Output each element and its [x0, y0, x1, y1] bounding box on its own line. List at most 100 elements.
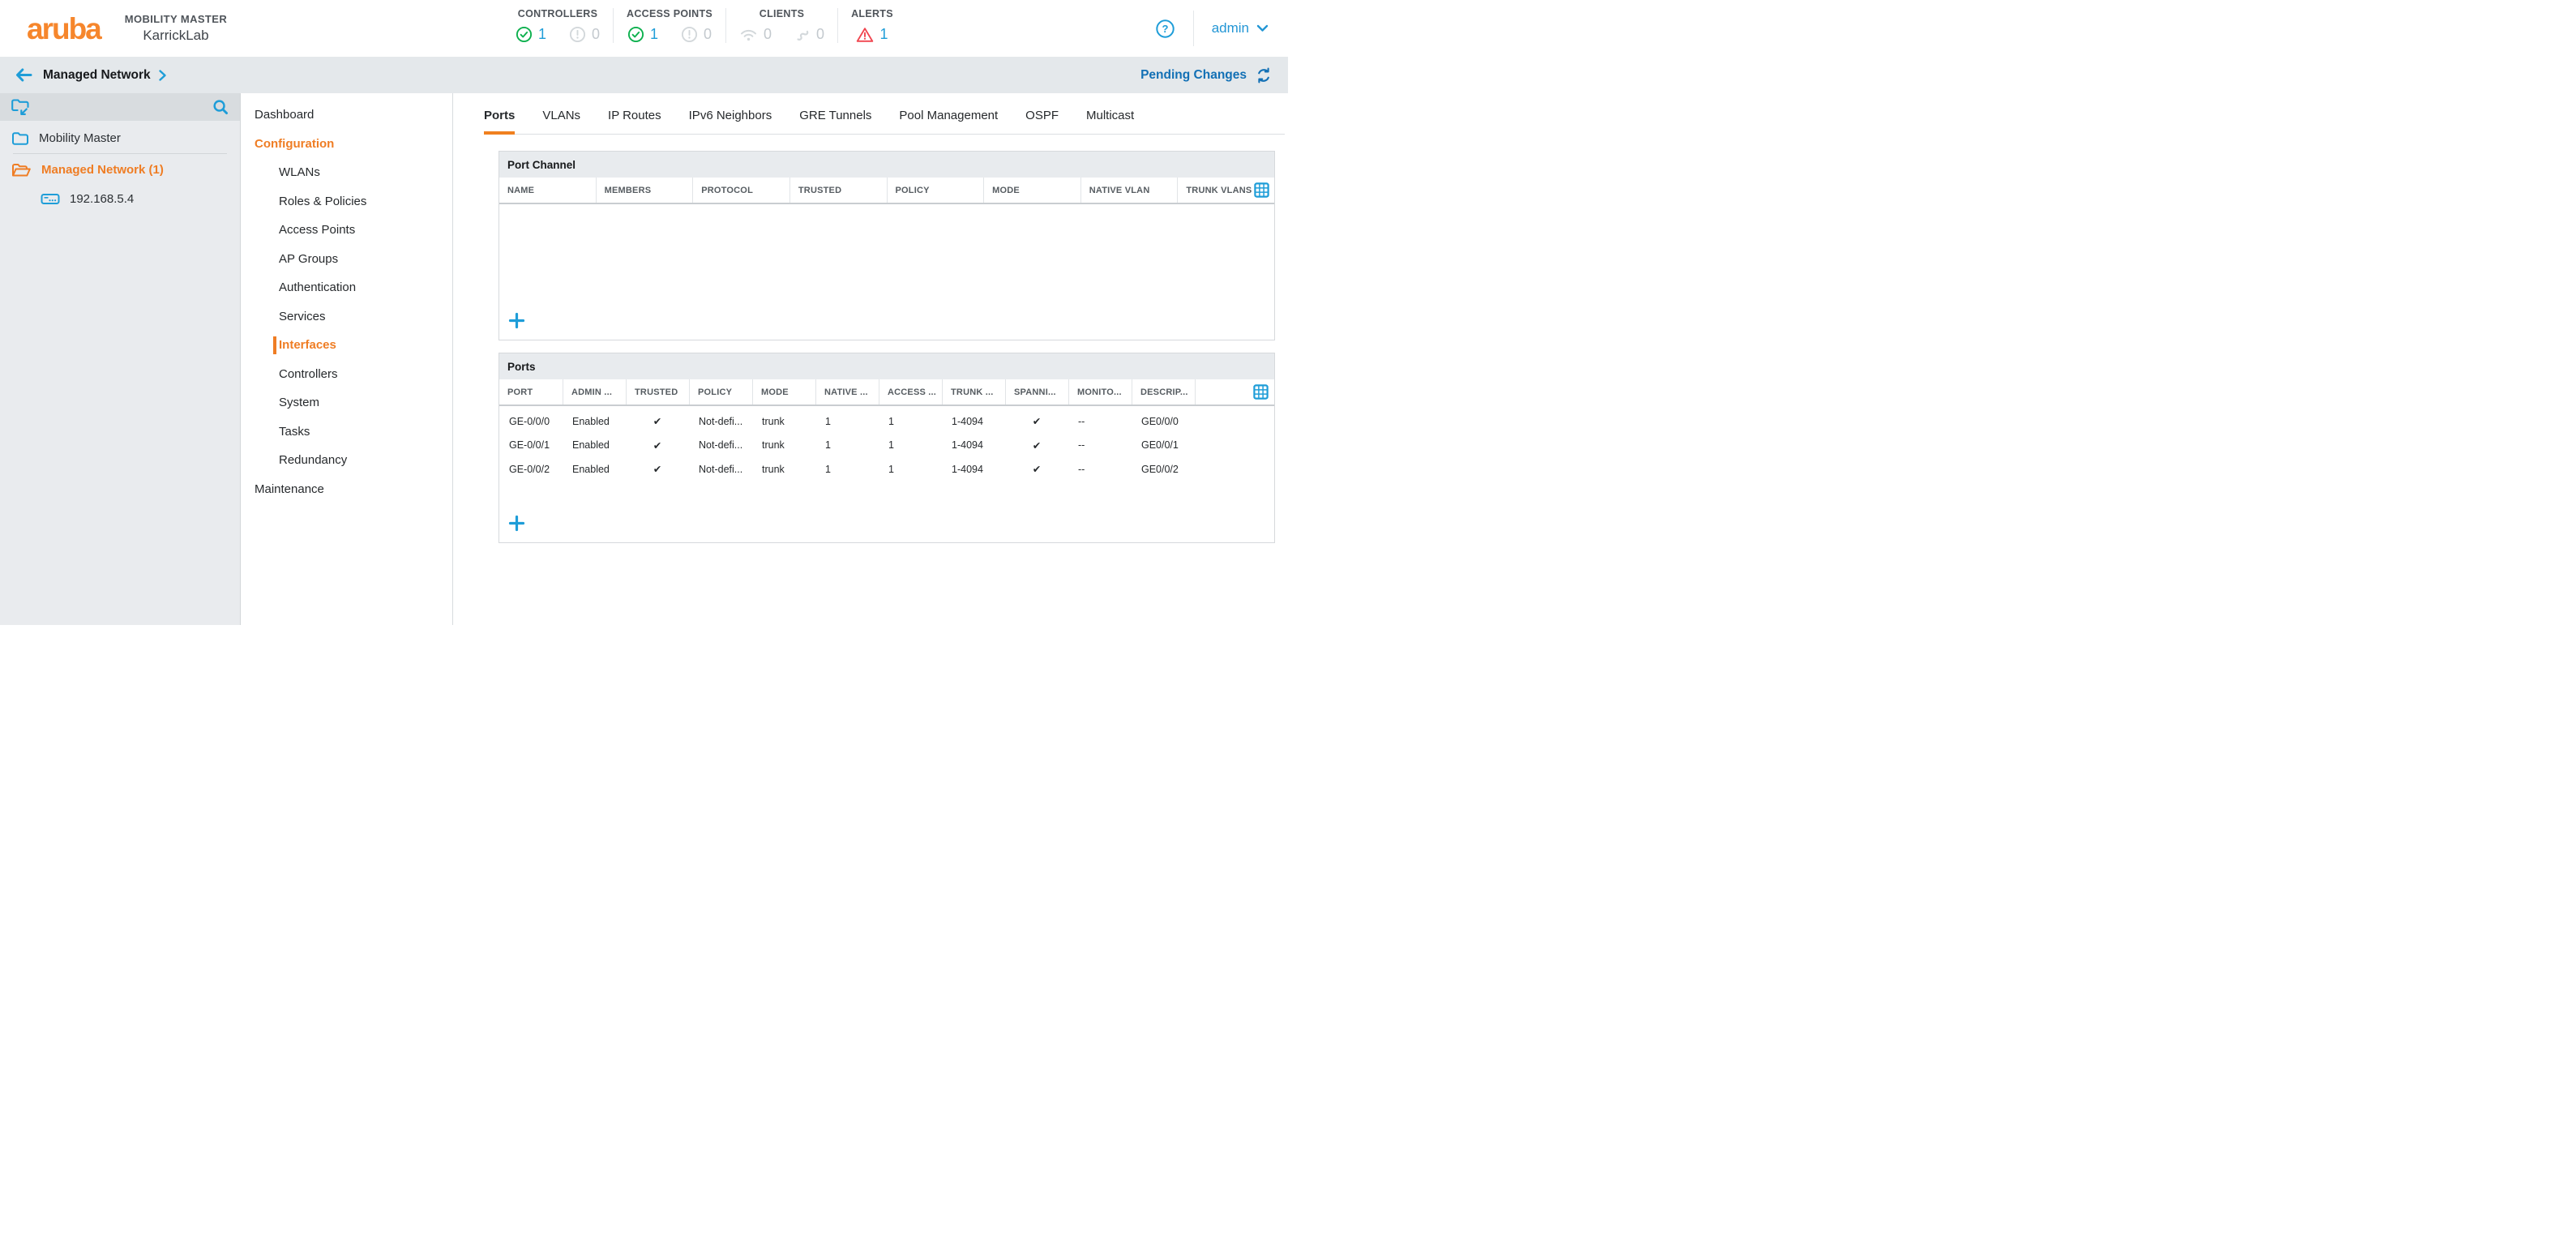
cell-trunk: 1-4094 — [942, 464, 1005, 475]
column-header-protocol: PROTOCOL — [692, 178, 789, 203]
port-row-ge-0-0-2[interactable]: GE-0/0/2Enabled✔Not-defi...trunk111-4094… — [499, 457, 1274, 482]
tree-item-mobility-master[interactable]: Mobility Master — [0, 123, 240, 152]
port-row-ge-0-0-0[interactable]: GE-0/0/0Enabled✔Not-defi...trunk111-4094… — [499, 409, 1274, 434]
column-header-label: ADMIN ... — [571, 387, 612, 397]
config-nav: Dashboard Configuration WLANs Roles & Polic… — [241, 93, 453, 625]
nav-item-label: System — [279, 396, 319, 409]
column-header-port: PORT — [499, 379, 563, 405]
cell-native: 1 — [815, 416, 879, 427]
column-header-mode: MODE — [983, 178, 1080, 203]
tab-gre-tunnels[interactable]: GRE Tunnels — [799, 93, 871, 134]
cell-spanni: ✔ — [1005, 439, 1068, 452]
port-row-ge-0-0-1[interactable]: GE-0/0/1Enabled✔Not-defi...trunk111-4094… — [499, 434, 1274, 458]
nav-item-authentication[interactable]: Authentication — [241, 273, 452, 302]
tab-ports[interactable]: Ports — [484, 93, 515, 135]
nav-item-tasks[interactable]: Tasks — [241, 417, 452, 447]
app-header: aruba MOBILITY MASTER KarrickLab CONTROL… — [0, 0, 1288, 57]
nav-item-services[interactable]: Services — [241, 302, 452, 332]
nav-item-redundancy[interactable]: Redundancy — [241, 446, 452, 475]
stat-item: 1 — [856, 26, 888, 43]
column-header-admin: ADMIN ... — [563, 379, 626, 405]
ports-title: Ports — [499, 353, 1274, 379]
back-arrow-icon[interactable] — [15, 68, 32, 82]
column-header-members: MEMBERS — [596, 178, 693, 203]
chevron-down-icon — [1256, 24, 1269, 32]
tree-item-managed-network-1[interactable]: Managed Network (1) — [0, 155, 240, 184]
nav-item-dashboard[interactable]: Dashboard — [241, 101, 452, 130]
cell-policy: Not-defi... — [689, 464, 752, 475]
cell-descrip: GE0/0/1 — [1132, 439, 1274, 451]
nav-item-wlans[interactable]: WLANs — [241, 158, 452, 187]
column-header-label: TRUSTED — [635, 387, 678, 397]
nav-item-interfaces[interactable]: Interfaces — [241, 331, 452, 360]
tree-item-label: 192.168.5.4 — [70, 192, 134, 206]
aruba-logo: aruba — [27, 14, 101, 44]
cell-access: 1 — [879, 416, 942, 427]
nav-item-maintenance[interactable]: Maintenance — [241, 475, 452, 504]
status-down-icon — [569, 26, 586, 43]
nav-item-roles-policies[interactable]: Roles & Policies — [241, 187, 452, 216]
nav-item-access-points[interactable]: Access Points — [241, 216, 452, 245]
add-port-button[interactable] — [508, 515, 525, 532]
add-port-channel-button[interactable] — [508, 312, 525, 329]
folder-icon — [11, 131, 29, 146]
column-header-policy: POLICY — [689, 379, 752, 405]
chevron-right-icon[interactable] — [158, 69, 167, 82]
nav-item-system[interactable]: System — [241, 388, 452, 417]
column-header-label: DESCRIP... — [1140, 387, 1188, 397]
column-header-access: ACCESS ... — [879, 379, 942, 405]
tab-ip-routes[interactable]: IP Routes — [608, 93, 661, 134]
wired-client-icon — [794, 27, 811, 43]
search-icon[interactable] — [212, 99, 229, 116]
port-channel-title: Port Channel — [499, 152, 1274, 178]
product-name: MOBILITY MASTER — [125, 13, 227, 25]
nav-item-label: AP Groups — [279, 252, 338, 266]
help-icon[interactable]: ? — [1155, 19, 1175, 39]
stat-label: CONTROLLERS — [516, 8, 600, 19]
column-header-label: MODE — [992, 186, 1020, 195]
tab-multicast[interactable]: Multicast — [1086, 93, 1134, 134]
port-channel-add-row — [499, 308, 1274, 340]
cell-policy: Not-defi... — [689, 416, 752, 427]
column-header-blank — [1195, 379, 1274, 405]
folder-select-icon[interactable] — [11, 97, 32, 117]
cell-admin: Enabled — [563, 439, 626, 451]
nav-item-label: Configuration — [255, 137, 334, 151]
nav-item-configuration[interactable]: Configuration — [241, 130, 452, 159]
tab-vlans[interactable]: VLANs — [542, 93, 580, 134]
tree-item-192-168-5-4[interactable]: 192.168.5.4 — [0, 184, 240, 213]
main-content: Ports VLANs IP Routes IPv6 Neighbors GRE Tun… — [453, 93, 1288, 625]
nav-item-ap-groups[interactable]: AP Groups — [241, 245, 452, 274]
tab-ipv6-neighbors[interactable]: IPv6 Neighbors — [689, 93, 772, 134]
global-stats: CONTROLLERS10ACCESS POINTS10CLIENTS00ALE… — [503, 8, 906, 43]
nav-item-label: Roles & Policies — [279, 195, 366, 208]
nav-item-label: Access Points — [279, 223, 355, 237]
nav-item-controllers[interactable]: Controllers — [241, 360, 452, 389]
user-menu[interactable]: admin — [1212, 20, 1269, 36]
stat-item: 1 — [516, 26, 546, 43]
nav-item-label: Services — [279, 310, 326, 323]
column-header-label: POLICY — [896, 186, 930, 195]
column-header-label: SPANNI... — [1014, 387, 1056, 397]
tab-ospf[interactable]: OSPF — [1025, 93, 1059, 134]
tab-pool-management[interactable]: Pool Management — [899, 93, 998, 134]
column-header-native-vlan: NATIVE VLAN — [1080, 178, 1178, 203]
ports-table-body: GE-0/0/0Enabled✔Not-defi...trunk111-4094… — [499, 406, 1274, 482]
column-header-label: TRUNK ... — [951, 387, 994, 397]
column-header-trusted: TRUSTED — [789, 178, 887, 203]
column-select-grid-icon[interactable] — [1253, 384, 1269, 400]
sidebar-toolbar — [0, 93, 240, 121]
column-header-label: NATIVE VLAN — [1089, 186, 1150, 195]
column-header-trunk: TRUNK ... — [942, 379, 1005, 405]
stat-value: 0 — [764, 26, 772, 43]
pending-changes-button[interactable]: Pending Changes — [1140, 67, 1272, 83]
user-menu-label: admin — [1212, 20, 1249, 36]
column-select-grid-icon[interactable] — [1254, 182, 1274, 198]
cell-access: 1 — [879, 464, 942, 475]
port-channel-panel: Port Channel NAMEMEMBERSPROTOCOLTRUSTEDP… — [499, 151, 1275, 340]
stat-group-access-points: ACCESS POINTS10 — [613, 8, 725, 43]
cell-policy: Not-defi... — [689, 439, 752, 451]
stat-group-alerts: ALERTS1 — [837, 8, 906, 43]
hostname: KarrickLab — [125, 28, 227, 44]
stat-group-controllers: CONTROLLERS10 — [503, 8, 613, 43]
